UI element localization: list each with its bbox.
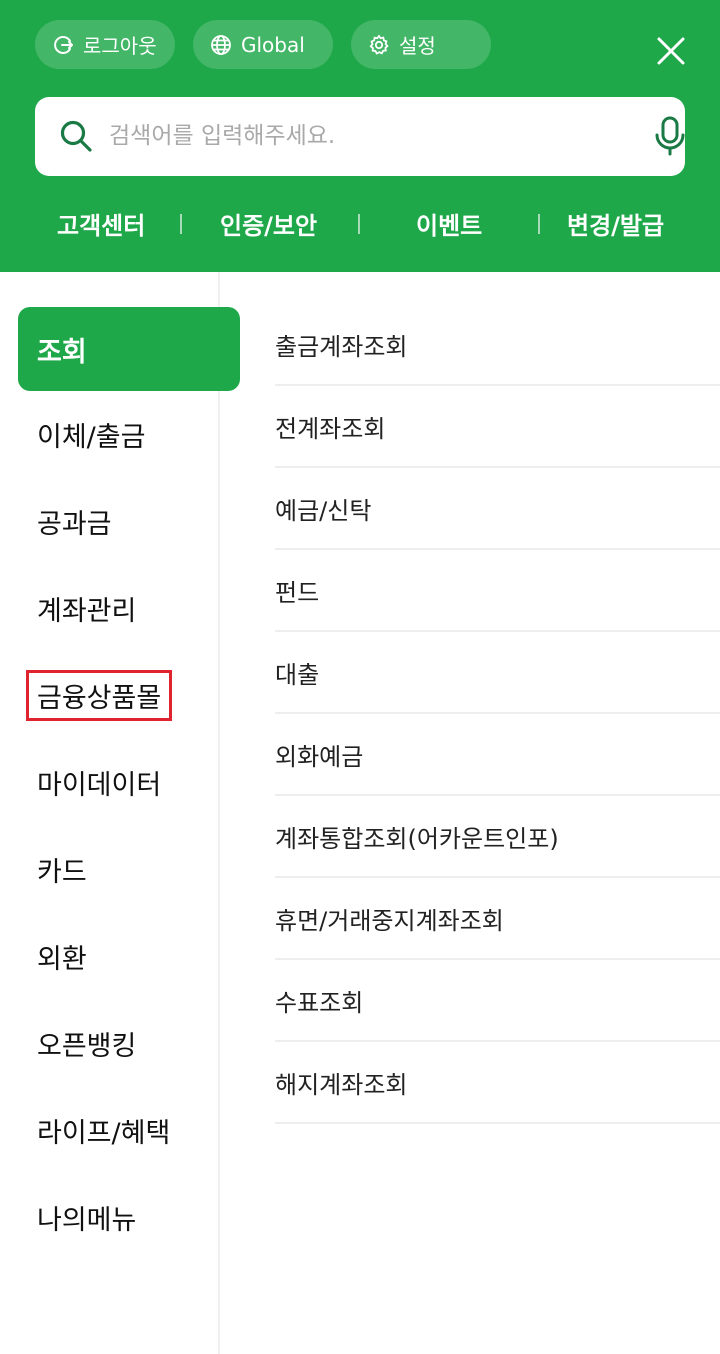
global-button[interactable]: Global <box>193 20 333 69</box>
microphone-icon[interactable] <box>653 115 687 157</box>
sidebar-item-label: 공과금 <box>37 508 112 540</box>
sidebar-item-label: 이체/출금 <box>37 421 146 453</box>
submenu-item[interactable]: 외화예금 <box>275 714 720 796</box>
submenu-item[interactable]: 대출 <box>275 632 720 714</box>
submenu-item[interactable]: 수표조회 <box>275 960 720 1042</box>
submenu-item[interactable]: 휴면/거래중지계좌조회 <box>275 878 720 960</box>
sidebar-item-label: 마이데이터 <box>37 769 162 801</box>
sidebar-item-utility-bills[interactable]: 공과금 <box>18 479 240 563</box>
search-bar[interactable] <box>35 97 685 176</box>
sidebar-item-account-management[interactable]: 계좌관리 <box>18 566 240 650</box>
quick-link-auth-security[interactable]: 인증/보안 <box>220 206 317 241</box>
quick-link-customer-center[interactable]: 고객센터 <box>57 206 145 241</box>
top-header: 로그아웃 Global 설정 검색어를 입력해주세요. 고객센터 인증/보안 이… <box>0 0 720 272</box>
quick-link-change-issue[interactable]: 변경/발급 <box>567 206 664 241</box>
logout-icon <box>51 33 75 57</box>
submenu-item[interactable]: 계좌통합조회(어카운트인포) <box>275 796 720 878</box>
sidebar-item-card[interactable]: 카드 <box>18 827 240 911</box>
sidebar-item-financial-products[interactable]: 금융상품몰 <box>18 653 240 737</box>
settings-label: 설정 <box>399 34 436 58</box>
sidebar-item-label: 나의메뉴 <box>37 1204 137 1236</box>
sidebar-item-label: 계좌관리 <box>37 595 137 627</box>
submenu-item[interactable]: 출금계좌조회 <box>275 304 720 386</box>
submenu-item[interactable]: 예금/신탁 <box>275 468 720 550</box>
logout-label: 로그아웃 <box>83 34 157 58</box>
sidebar-item-inquiry[interactable]: 조회 <box>18 307 240 391</box>
category-sidebar: 조회 이체/출금 공과금 계좌관리 금융상품몰 마이데이터 카드 외환 오픈뱅킹… <box>0 272 240 1354</box>
sidebar-item-transfer[interactable]: 이체/출금 <box>18 392 240 476</box>
search-input[interactable] <box>109 115 589 157</box>
search-icon[interactable] <box>59 119 93 153</box>
sidebar-item-label: 조회 <box>37 336 87 368</box>
submenu-item[interactable]: 전계좌조회 <box>275 386 720 468</box>
logout-button[interactable]: 로그아웃 <box>35 20 175 69</box>
divider <box>180 214 182 234</box>
close-button[interactable] <box>648 28 694 74</box>
settings-button[interactable]: 설정 <box>351 20 491 69</box>
global-label: Global <box>241 32 305 57</box>
submenu-item[interactable]: 펀드 <box>275 550 720 632</box>
gear-icon <box>367 33 391 57</box>
sidebar-item-mydata[interactable]: 마이데이터 <box>18 740 240 824</box>
sidebar-item-label: 라이프/혜택 <box>37 1117 171 1149</box>
divider <box>538 214 540 234</box>
sidebar-item-label: 오픈뱅킹 <box>37 1030 137 1062</box>
sidebar-item-open-banking[interactable]: 오픈뱅킹 <box>18 1001 240 1085</box>
sidebar-item-label: 금융상품몰 <box>26 669 173 721</box>
sidebar-item-label: 카드 <box>37 856 87 888</box>
sidebar-item-foreign-exchange[interactable]: 외환 <box>18 914 240 998</box>
submenu-item[interactable]: 해지계좌조회 <box>275 1042 720 1124</box>
quick-link-event[interactable]: 이벤트 <box>416 206 482 241</box>
globe-icon <box>209 33 233 57</box>
close-icon <box>657 37 685 65</box>
sidebar-item-label: 외환 <box>37 943 87 975</box>
divider <box>358 214 360 234</box>
sidebar-item-my-menu[interactable]: 나의메뉴 <box>18 1175 240 1259</box>
sidebar-item-life-benefits[interactable]: 라이프/혜택 <box>18 1088 240 1172</box>
quick-links-bar: 고객센터 인증/보안 이벤트 변경/발급 <box>0 196 720 250</box>
